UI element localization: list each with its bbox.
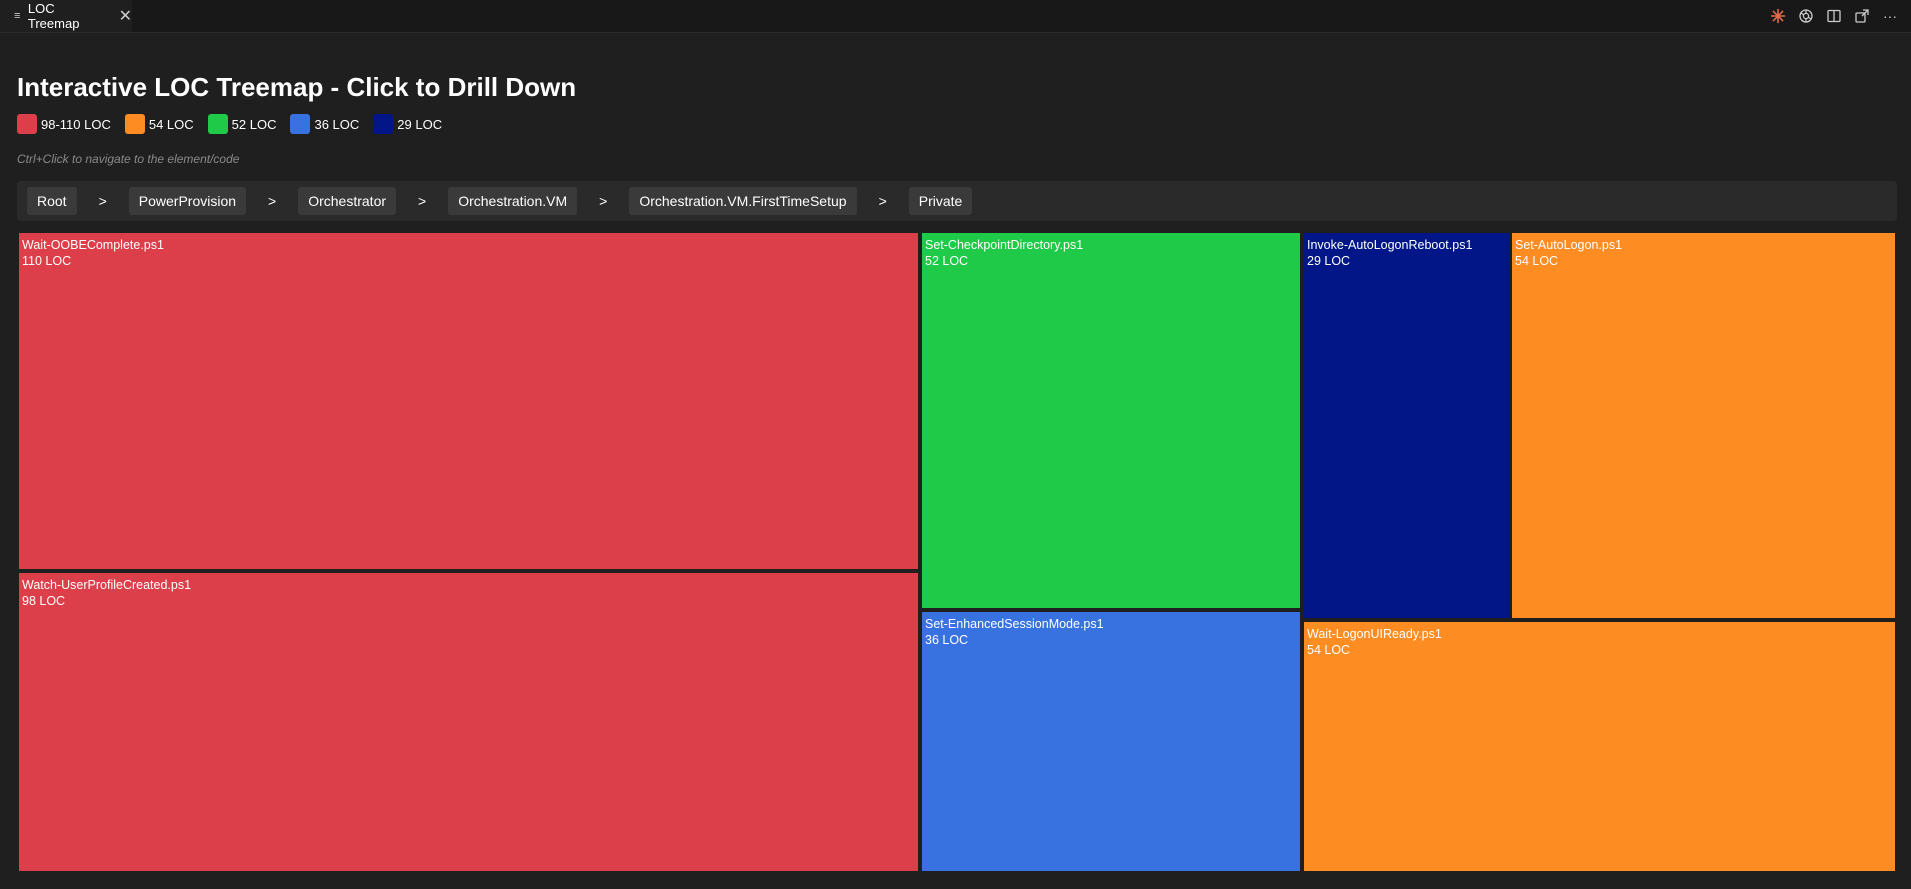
cell-loc: 52 LOC xyxy=(925,254,969,268)
cell-name: Wait-OOBEComplete.ps1 xyxy=(22,238,164,252)
cell-loc: 54 LOC xyxy=(1515,254,1559,268)
list-icon: ≡ xyxy=(14,10,21,22)
legend-swatch xyxy=(17,114,37,134)
sparkle-icon[interactable] xyxy=(1767,5,1789,27)
open-external-icon[interactable] xyxy=(1851,5,1873,27)
treemap-cell-set-autologon[interactable]: Set-AutoLogon.ps1 54 LOC xyxy=(1512,233,1895,618)
cell-loc: 36 LOC xyxy=(925,633,969,647)
cell-name: Watch-UserProfileCreated.ps1 xyxy=(22,578,192,592)
breadcrumb-item-firsttimesetup[interactable]: Orchestration.VM.FirstTimeSetup xyxy=(629,187,857,215)
legend-label: 29 LOC xyxy=(397,116,443,132)
openai-icon[interactable] xyxy=(1795,5,1817,27)
legend-label: 54 LOC xyxy=(148,116,194,132)
breadcrumb-separator: > xyxy=(268,193,277,209)
legend: 98-110 LOC 54 LOC 52 LOC 36 LOC 29 LOC xyxy=(17,114,456,134)
breadcrumb-separator: > xyxy=(599,193,608,209)
treemap-cell-invoke-autologonreboot[interactable]: Invoke-AutoLogonReboot.ps1 29 LOC xyxy=(1304,233,1510,618)
breadcrumb-separator: > xyxy=(878,193,887,209)
legend-item: 29 LOC xyxy=(373,114,442,134)
treemap-cell-set-enhancedsessionmode[interactable]: Set-EnhancedSessionMode.ps1 36 LOC xyxy=(922,612,1300,871)
close-icon[interactable]: ✕ xyxy=(119,6,132,26)
legend-swatch xyxy=(124,114,145,134)
breadcrumb-item-orchestrator[interactable]: Orchestrator xyxy=(298,187,397,215)
cell-name: Invoke-AutoLogonReboot.ps1 xyxy=(1307,238,1473,252)
legend-label: 98-110 LOC xyxy=(41,116,111,132)
split-editor-icon[interactable] xyxy=(1823,5,1845,27)
treemap-cell-set-checkpointdirectory[interactable]: Set-CheckpointDirectory.ps1 52 LOC xyxy=(922,233,1300,608)
more-icon[interactable]: ··· xyxy=(1879,5,1901,27)
breadcrumb-item-powerprovision[interactable]: PowerProvision xyxy=(128,187,247,215)
legend-label: 52 LOC xyxy=(231,116,277,132)
editor-tab-bar: ≡ LOC Treemap ✕ ··· xyxy=(0,0,1911,33)
tab-loc-treemap[interactable]: ≡ LOC Treemap ✕ xyxy=(0,0,132,32)
treemap-cell-watch-userprofilecreated[interactable]: Watch-UserProfileCreated.ps1 98 LOC xyxy=(19,573,918,871)
breadcrumb-separator: > xyxy=(98,193,107,209)
treemap-cell-wait-oobecomplete[interactable]: Wait-OOBEComplete.ps1 110 LOC xyxy=(19,233,918,569)
cell-loc: 29 LOC xyxy=(1307,254,1351,268)
breadcrumb-item-private[interactable]: Private xyxy=(908,187,973,215)
editor-actions: ··· xyxy=(1767,0,1901,32)
cell-name: Set-AutoLogon.ps1 xyxy=(1515,238,1623,252)
cell-loc: 110 LOC xyxy=(22,254,72,268)
cell-name: Set-EnhancedSessionMode.ps1 xyxy=(925,617,1104,631)
breadcrumb-separator: > xyxy=(418,193,427,209)
cell-loc: 98 LOC xyxy=(22,594,66,608)
legend-swatch xyxy=(290,114,311,134)
legend-item: 36 LOC xyxy=(290,114,359,134)
page-title: Interactive LOC Treemap - Click to Drill… xyxy=(17,72,577,102)
cell-name: Set-CheckpointDirectory.ps1 xyxy=(925,238,1084,252)
breadcrumb: Root > PowerProvision > Orchestrator > O… xyxy=(17,181,1897,221)
breadcrumb-item-orchestration-vm[interactable]: Orchestration.VM xyxy=(448,187,578,215)
navigation-hint: Ctrl+Click to navigate to the element/co… xyxy=(17,152,240,166)
legend-swatch xyxy=(373,114,394,134)
legend-item: 54 LOC xyxy=(124,114,194,134)
legend-label: 36 LOC xyxy=(314,116,360,132)
tab-label: LOC Treemap xyxy=(27,1,80,31)
breadcrumb-item-root[interactable]: Root xyxy=(27,187,77,215)
legend-item: 52 LOC xyxy=(207,114,277,134)
cell-name: Wait-LogonUIReady.ps1 xyxy=(1307,627,1442,641)
legend-item: 98-110 LOC xyxy=(17,114,111,134)
legend-swatch xyxy=(207,114,228,134)
cell-loc: 54 LOC xyxy=(1307,643,1351,657)
treemap-cell-wait-logonuiready[interactable]: Wait-LogonUIReady.ps1 54 LOC xyxy=(1304,622,1895,871)
